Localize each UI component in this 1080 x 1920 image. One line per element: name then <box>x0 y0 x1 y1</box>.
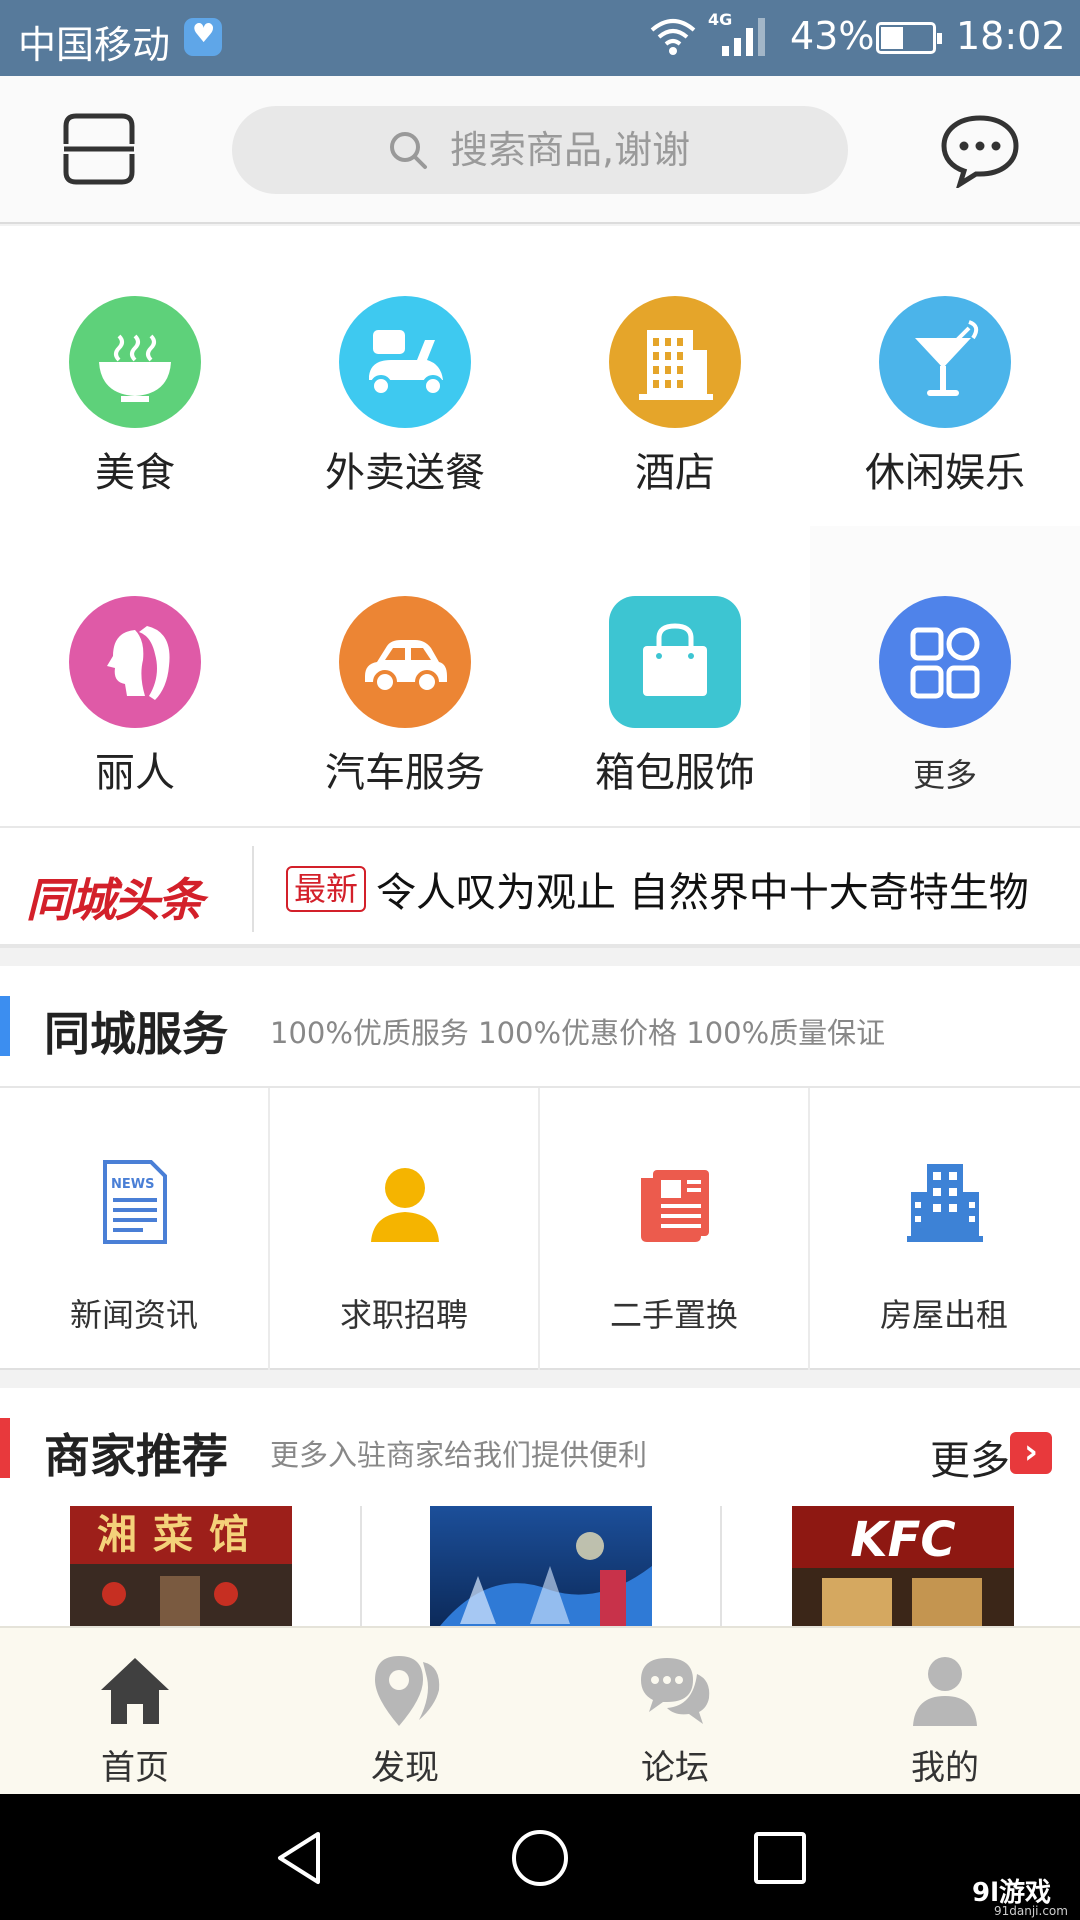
category-delivery[interactable]: 外卖送餐 <box>270 226 540 526</box>
car-icon <box>339 596 471 728</box>
category-label: 酒店 <box>635 450 715 496</box>
service-label: 二手置换 <box>609 1296 738 1334</box>
top-header <box>0 76 1080 224</box>
cocktail-icon <box>879 296 1011 428</box>
section-subtitle: 更多入驻商家给我们提供便利 <box>270 1438 648 1472</box>
category-label: 汽车服务 <box>325 750 485 796</box>
scan-icon[interactable] <box>62 112 136 186</box>
app-screen: 中国移动 4G 43% 18:02 <box>0 0 1080 1920</box>
person-icon <box>371 1168 439 1242</box>
message-icon[interactable] <box>940 112 1020 188</box>
divider <box>252 846 254 932</box>
merchant-card[interactable]: KFC <box>792 1506 1014 1626</box>
new-badge: 最新 <box>286 866 367 912</box>
city-services-grid: NEWS 新闻资讯 求职招聘 二手置换 房屋出租 <box>0 1086 1080 1370</box>
building-icon <box>907 1164 983 1242</box>
merchant-card[interactable] <box>430 1506 652 1626</box>
headline-ticker[interactable]: 同城头条 最新 令人叹为观止 自然界中十大奇特生物 <box>0 826 1080 948</box>
category-more[interactable]: 更多 <box>810 526 1080 826</box>
service-label: 求职招聘 <box>339 1296 468 1334</box>
section-accent-bar <box>0 1418 10 1478</box>
category-label: 外卖送餐 <box>325 450 485 496</box>
chat-bubbles-icon <box>641 1658 710 1724</box>
divider <box>720 1506 722 1626</box>
category-food[interactable]: 美食 <box>0 226 270 526</box>
category-leisure[interactable]: 休闲娱乐 <box>810 226 1080 526</box>
search-icon <box>390 132 427 169</box>
health-app-icon <box>184 18 222 56</box>
more-link[interactable]: 更多 <box>930 1428 1010 1486</box>
user-icon <box>913 1657 977 1726</box>
service-rental[interactable]: 房屋出租 <box>810 1088 1080 1370</box>
section-subtitle: 100%优质服务 100%优惠价格 100%质量保证 <box>270 1016 886 1050</box>
search-input[interactable] <box>450 120 810 180</box>
service-jobs[interactable]: 求职招聘 <box>270 1088 540 1370</box>
merchant-image <box>430 1506 652 1626</box>
service-news[interactable]: NEWS 新闻资讯 <box>0 1088 270 1370</box>
headline-brand-logo: 同城头条 <box>26 873 204 927</box>
section-accent-bar <box>0 996 10 1056</box>
category-beauty[interactable]: 丽人 <box>0 526 270 826</box>
svg-text:NEWS: NEWS <box>111 1177 154 1192</box>
newspaper-icon <box>641 1170 709 1242</box>
section-title: 商家推荐 <box>44 1429 228 1483</box>
bottom-tab-bar: 首页 发现 论坛 我的 <box>0 1626 1080 1794</box>
tab-discover[interactable]: 发现 <box>270 1628 540 1796</box>
category-label: 更多 <box>912 756 977 794</box>
category-label: 休闲娱乐 <box>865 450 1025 496</box>
beauty-woman-icon <box>69 596 201 728</box>
divider <box>360 1506 362 1626</box>
battery-percent: 43% <box>790 14 875 58</box>
battery-icon <box>876 22 942 54</box>
delivery-scooter-icon <box>339 296 471 428</box>
shopping-bag-icon <box>609 596 741 728</box>
merchant-image: KFC <box>792 1506 1014 1626</box>
watermark-url: 91danji.com <box>994 1904 1068 1918</box>
signal-icon <box>722 18 765 56</box>
section-title: 同城服务 <box>44 1007 228 1061</box>
chevron-right-icon[interactable]: › <box>1010 1432 1052 1474</box>
search-bar[interactable] <box>232 106 848 194</box>
city-services-header: 同城服务 100%优质服务 100%优惠价格 100%质量保证 <box>0 966 1080 1086</box>
location-icon <box>375 1656 440 1726</box>
news-icon: NEWS <box>103 1160 167 1244</box>
service-secondhand[interactable]: 二手置换 <box>540 1088 810 1370</box>
category-grid: 美食 外卖送餐 酒店 休闲娱乐 丽人 汽车服务 箱包服饰 更多 <box>0 226 1080 826</box>
system-nav-bar <box>0 1794 1080 1920</box>
category-label: 丽人 <box>95 750 175 796</box>
tab-home[interactable]: 首页 <box>0 1628 270 1796</box>
category-label: 美食 <box>95 450 175 496</box>
recents-icon[interactable] <box>750 1828 810 1888</box>
tab-label: 发现 <box>371 1748 439 1788</box>
merchant-sign: KFC <box>850 1512 955 1568</box>
food-bowl-icon <box>69 296 201 428</box>
tab-label: 首页 <box>101 1748 169 1788</box>
merchant-sign: 湘菜馆 <box>97 1511 265 1558</box>
wifi-icon <box>650 19 696 55</box>
merchant-card[interactable]: 湘菜馆 <box>70 1506 292 1626</box>
merchant-carousel: 湘菜馆 KFC <box>0 1506 1080 1626</box>
category-hotel[interactable]: 酒店 <box>540 226 810 526</box>
hotel-building-icon <box>609 296 741 428</box>
tab-label: 我的 <box>911 1748 979 1788</box>
clock: 18:02 <box>956 14 1066 58</box>
merchant-image: 湘菜馆 <box>70 1506 292 1626</box>
status-bar: 中国移动 4G 43% 18:02 <box>0 0 1080 76</box>
merchants-header: 商家推荐 更多入驻商家给我们提供便利 更多 › <box>0 1388 1080 1508</box>
carrier-name: 中国移动 <box>18 23 171 67</box>
home-button-icon[interactable] <box>510 1828 570 1888</box>
service-label: 房屋出租 <box>879 1296 1008 1334</box>
home-icon <box>101 1658 169 1724</box>
tab-label: 论坛 <box>641 1748 709 1788</box>
back-icon[interactable] <box>270 1828 330 1888</box>
category-car-service[interactable]: 汽车服务 <box>270 526 540 826</box>
headline-text[interactable]: 令人叹为观止 自然界中十大奇特生物 <box>376 860 1029 918</box>
category-label: 箱包服饰 <box>595 750 755 796</box>
service-label: 新闻资讯 <box>69 1296 198 1334</box>
tab-forum[interactable]: 论坛 <box>540 1628 810 1796</box>
more-grid-icon <box>879 596 1011 728</box>
tab-profile[interactable]: 我的 <box>810 1628 1080 1796</box>
category-bags-apparel[interactable]: 箱包服饰 <box>540 526 810 826</box>
